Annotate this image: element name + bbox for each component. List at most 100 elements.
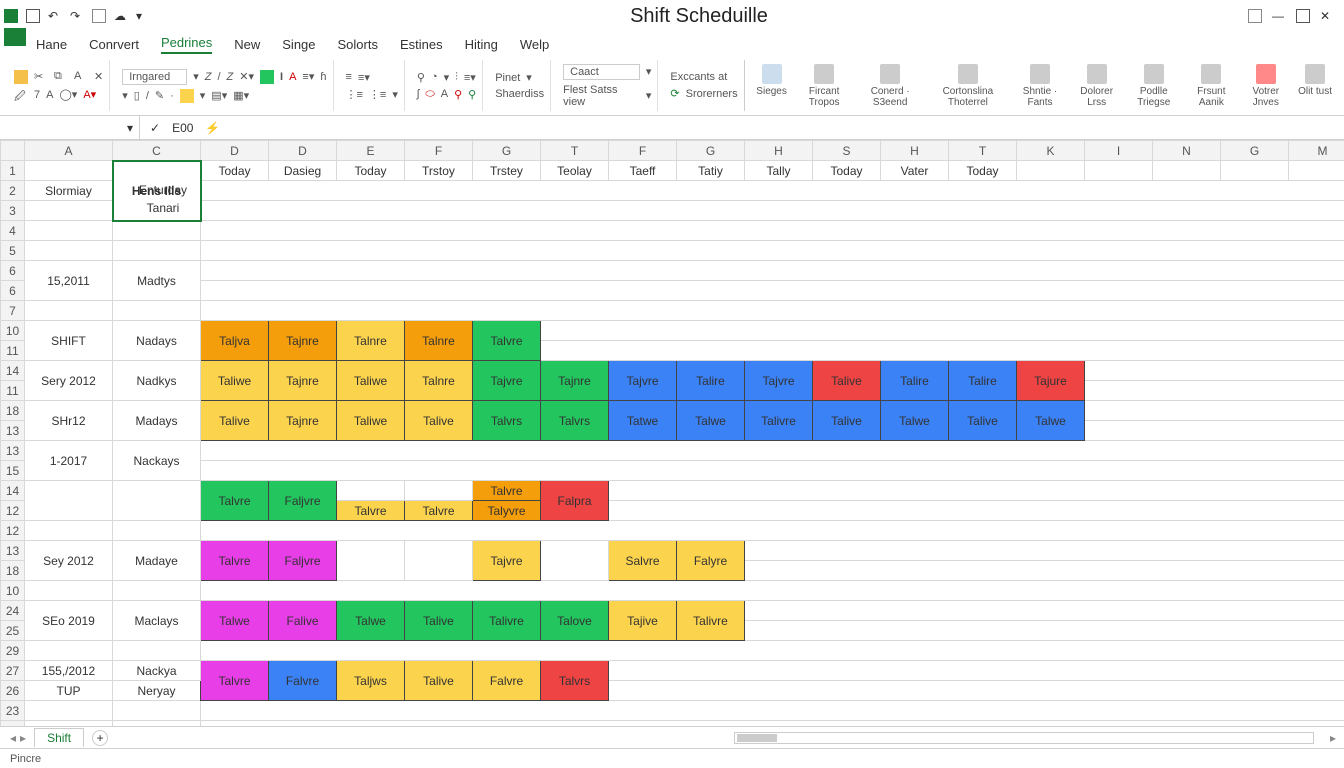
chevron-down-icon[interactable]: ▾ — [193, 70, 199, 83]
misc-icon[interactable]: ⚲ — [417, 71, 425, 84]
a-icon[interactable]: A — [46, 89, 53, 101]
file-tab[interactable] — [4, 28, 26, 46]
indent-icon[interactable]: ≡ — [346, 71, 352, 83]
undo-icon[interactable]: ↶ — [48, 9, 62, 23]
sym2-icon[interactable]: ⬭ — [425, 88, 434, 101]
char-icon[interactable]: ɦ — [320, 71, 326, 83]
formula-value[interactable]: E00 — [172, 121, 193, 135]
list-icon[interactable]: ⋮≡ — [346, 88, 363, 101]
italic2-icon[interactable]: Z — [227, 71, 234, 83]
copy-icon[interactable]: ⧉ — [54, 70, 68, 84]
paste-icon[interactable] — [14, 70, 28, 84]
bucket-icon[interactable]: ◯▾ — [59, 88, 77, 101]
sel-sub1: Enturday — [122, 183, 204, 197]
doc8-icon — [1256, 64, 1276, 84]
rib-btn-5[interactable]: Dolorer Lrss — [1071, 62, 1123, 110]
bold2-icon[interactable]: I — [280, 71, 283, 83]
scroll-right-icon[interactable]: ▸ — [1322, 731, 1344, 745]
nav-prev-icon[interactable]: ▸ — [20, 731, 26, 745]
misc2-icon[interactable]: ◔ — [431, 71, 438, 83]
misc4-icon[interactable]: ⫶ — [455, 71, 458, 84]
ribbon-options-icon[interactable] — [1248, 9, 1262, 23]
window-controls: — ✕ — [1248, 9, 1340, 23]
rib-btn-4[interactable]: Shntie · Fants — [1011, 62, 1069, 110]
ext-line2[interactable]: Srorerners — [686, 88, 738, 100]
cells-label[interactable]: Shaerdiss — [495, 88, 544, 100]
fill2-icon[interactable] — [180, 89, 194, 103]
sym4-icon[interactable]: ⚲ — [454, 88, 462, 101]
cancel-icon[interactable]: ✓ — [150, 121, 160, 135]
format-icon[interactable]: 🖉 — [14, 88, 28, 102]
save-icon[interactable] — [26, 9, 40, 23]
menu-item-active[interactable]: Pedrines — [161, 35, 212, 54]
misc3-icon[interactable]: ▾ — [444, 71, 450, 84]
menu-item[interactable]: Conrvert — [89, 37, 139, 52]
cloud-icon[interactable]: ☁ — [114, 9, 128, 23]
wrap-icon[interactable]: ▤▾ — [211, 89, 227, 102]
rib-btn-6[interactable]: Podlle Triegse — [1124, 62, 1183, 110]
chevron-down-icon[interactable]: ▾ — [127, 121, 133, 135]
menu-item[interactable]: New — [234, 37, 260, 52]
sym5-icon[interactable]: ⚲ — [468, 88, 476, 101]
refresh-icon[interactable]: ⟳ — [670, 87, 679, 100]
rib-btn-2[interactable]: Conerd · S3eend — [856, 62, 925, 110]
menu-bar: Hane Conrvert Pedrines New Singe Solorts… — [0, 32, 1344, 56]
select-all[interactable] — [1, 141, 25, 161]
rib-btn-0[interactable]: Sieges — [751, 62, 793, 110]
redo-icon[interactable]: ↷ — [70, 9, 84, 23]
misc5-icon[interactable]: ≡▾ — [464, 71, 476, 84]
close-icon[interactable]: ✕ — [1320, 9, 1334, 23]
rib-btn-7[interactable]: Frsunt Aanik — [1185, 62, 1237, 110]
font-name-dropdown[interactable]: Irngared — [122, 69, 187, 85]
align-icon[interactable]: ≡▾ — [302, 70, 314, 83]
menu-item[interactable]: Singe — [282, 37, 315, 52]
nav-first-icon[interactable]: ◂ — [10, 731, 16, 745]
sym3-icon[interactable]: A — [441, 88, 448, 100]
bold-icon[interactable]: A — [74, 70, 88, 84]
dd-icon[interactable]: ▾ — [122, 89, 128, 102]
rib-btn-8[interactable]: Votrer Jnves — [1240, 62, 1292, 110]
sym1-icon[interactable]: ʃ — [417, 88, 419, 100]
num-icon[interactable]: 7 — [34, 89, 40, 101]
menu-item[interactable]: Welp — [520, 37, 549, 52]
align-group: ≡≡▾ ⋮≡⋮≡▾ — [340, 60, 405, 111]
menu-item[interactable]: Estines — [400, 37, 443, 52]
sheet-nav[interactable]: ◂▸ — [10, 731, 26, 745]
maximize-icon[interactable] — [1296, 9, 1310, 23]
close-small-icon[interactable]: ✕ — [94, 70, 103, 83]
minimize-icon[interactable]: — — [1272, 9, 1286, 23]
name-box[interactable]: ▾ — [0, 116, 140, 139]
pen-icon[interactable]: ✎ — [155, 89, 164, 102]
style-dropdown[interactable]: Pinet — [495, 72, 520, 84]
spreadsheet-table[interactable]: ACDDEFGTFGHSHTKINGM 1 Hens Ills TodayDas… — [0, 140, 1344, 726]
dropdown-icon[interactable]: ▾ — [136, 9, 150, 23]
new-sheet-icon[interactable]: + — [92, 730, 108, 746]
menu-item[interactable]: Solorts — [338, 37, 378, 52]
search-dropdown[interactable]: Caact — [563, 64, 640, 80]
column-headers[interactable]: ACDDEFGTFGHSHTKINGM — [1, 141, 1344, 161]
grid[interactable]: ACDDEFGTFGHSHTKINGM 1 Hens Ills TodayDas… — [0, 140, 1344, 726]
italic-icon[interactable]: Z — [205, 71, 212, 83]
list2-icon[interactable]: ⋮≡ — [369, 88, 386, 101]
menu-item[interactable]: Hiting — [465, 37, 498, 52]
ext-line1: Exccants at — [670, 71, 727, 83]
ribbon-large-buttons: Sieges Fircant Tropos Conerd · S3eend Co… — [751, 62, 1336, 110]
font-color-icon[interactable]: A▾ — [83, 88, 96, 101]
border-icon[interactable]: ▯ — [134, 89, 140, 102]
fx-icon[interactable]: ⚡ — [205, 121, 220, 135]
cut-icon[interactable]: ✂ — [34, 70, 48, 84]
outdent-icon[interactable]: ≡▾ — [358, 71, 370, 84]
sheet-tab[interactable]: Shift — [34, 728, 84, 747]
merge-icon[interactable]: ▦▾ — [233, 89, 249, 102]
x-icon[interactable]: ✕▾ — [239, 70, 254, 83]
scroll-thumb[interactable] — [737, 734, 777, 742]
fill-icon[interactable] — [260, 70, 274, 84]
font-a-icon[interactable]: A — [289, 71, 296, 83]
doc-icon[interactable] — [92, 9, 106, 23]
menu-item[interactable]: Hane — [36, 37, 67, 52]
horizontal-scrollbar[interactable] — [734, 732, 1314, 744]
rib-btn-9[interactable]: Olit tust — [1294, 62, 1336, 110]
rib-btn-1[interactable]: Fircant Tropos — [795, 62, 854, 110]
view-dropdown[interactable]: Flest Satss view — [563, 84, 640, 108]
rib-btn-3[interactable]: Cortonslina Thoterrel — [927, 62, 1010, 110]
